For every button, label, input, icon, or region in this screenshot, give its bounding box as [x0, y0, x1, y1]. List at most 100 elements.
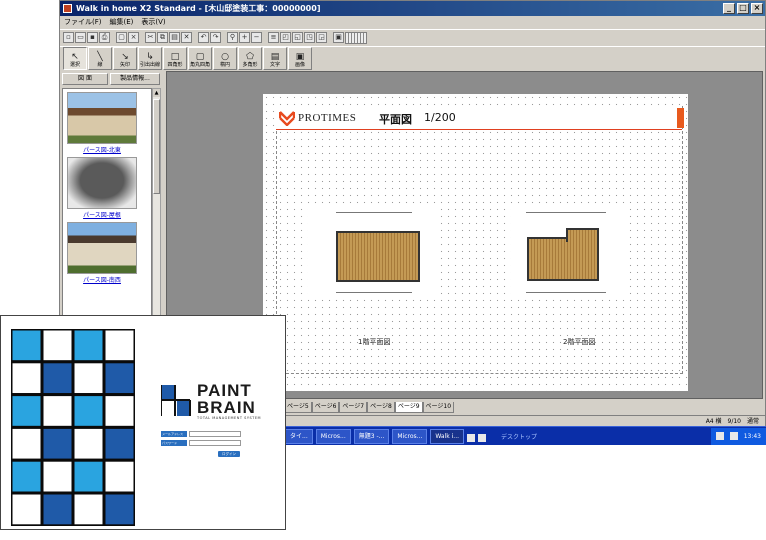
plan-title: 平面図 — [379, 113, 412, 126]
mail-field[interactable] — [189, 431, 241, 437]
window-icon[interactable]: ▢ — [116, 32, 127, 43]
delete-icon[interactable]: ✕ — [181, 32, 192, 43]
align-icon[interactable]: ≡ — [268, 32, 279, 43]
house-southwest-image — [67, 222, 137, 274]
tool-ellipse[interactable]: ○ 楕円 — [213, 47, 237, 70]
cut-icon[interactable]: ✂ — [145, 32, 156, 43]
tab-page-9[interactable]: ページ9 — [394, 402, 423, 413]
taskbar-item[interactable]: Micros... — [315, 428, 351, 444]
tool-text[interactable]: ▤ 文字 — [263, 47, 287, 70]
tab-page-6[interactable]: ページ6 — [311, 402, 340, 413]
paste-icon[interactable]: ▤ — [169, 32, 180, 43]
checker-cell — [11, 491, 44, 526]
tool-label: 線 — [97, 62, 103, 68]
undo-icon[interactable]: ↶ — [198, 32, 209, 43]
login-button[interactable]: ログイン — [218, 451, 240, 457]
ungroup-icon[interactable]: ◱ — [292, 32, 303, 43]
bring-front-icon[interactable]: ◳ — [304, 32, 315, 43]
taskbar-item[interactable]: Micros... — [392, 428, 428, 444]
tool-line[interactable]: ╲ 線 — [88, 47, 112, 70]
grid-toggle-icon[interactable] — [345, 31, 367, 44]
scroll-up-icon[interactable]: ▲ — [153, 89, 160, 97]
tab-drawings[interactable]: 図 面 — [62, 73, 108, 85]
close-button[interactable]: × — [751, 3, 763, 14]
checker-cell — [40, 458, 75, 495]
rectangle-icon: □ — [170, 52, 180, 62]
properties-icon[interactable]: ▣ — [333, 32, 344, 43]
tab-product-info[interactable]: 製品情報... — [110, 73, 160, 85]
title-bar[interactable]: Walk in home X2 Standard - [木山邸塗装工事：0000… — [60, 1, 765, 16]
tab-page-5[interactable]: ページ5 — [284, 402, 312, 413]
copy-icon[interactable]: ⧉ — [157, 32, 168, 43]
password-label: パスワード — [161, 440, 187, 446]
mail-label: メールアドレス — [161, 431, 187, 437]
checker-cell — [102, 393, 135, 429]
tool-leader[interactable]: ↳ 引出出線 — [138, 47, 162, 70]
tab-page-10[interactable]: ページ10 — [422, 402, 455, 413]
checker-pattern-image — [11, 329, 135, 526]
drawing-toolbar: ↖ 選択 ╲ 線 ↘ 矢印 ↳ 引出出線 □ 四角形 ▢ 角丸四角 ○ 楕円 ⬠ 多角形 ▤ 文字… — [60, 46, 765, 70]
print-icon[interactable]: ⎙ — [99, 32, 110, 43]
list-item[interactable]: パース図-南西 — [67, 222, 137, 284]
checker-cell — [102, 491, 135, 526]
checker-cell — [11, 329, 44, 364]
thumbnail-caption[interactable]: パース図-北東 — [67, 145, 137, 154]
password-field[interactable] — [189, 440, 241, 446]
tool-label: 選択 — [69, 62, 80, 68]
checker-cell — [40, 425, 75, 462]
tool-rectangle[interactable]: □ 四角形 — [163, 47, 187, 70]
tool-arrow[interactable]: ↘ 矢印 — [113, 47, 137, 70]
line-icon: ╲ — [97, 52, 103, 62]
zoom-out-icon[interactable]: − — [251, 32, 262, 43]
brand-subtitle: TOTAL MANAGEMENT SYSTEM — [197, 416, 262, 420]
tray-icon[interactable] — [715, 431, 724, 440]
list-item[interactable]: パース図-屋根 — [67, 157, 137, 219]
taskbar-item[interactable]: 無題3 -... — [353, 428, 390, 444]
minimize-button[interactable]: _ — [723, 3, 735, 14]
tool-image[interactable]: ▣ 画像 — [288, 47, 312, 70]
maximize-button[interactable]: □ — [737, 3, 749, 14]
brand-word-1: PAINT — [197, 381, 252, 400]
house-roof-image — [67, 157, 137, 209]
zoom-icon[interactable]: ⚲ — [227, 32, 238, 43]
new-file-icon[interactable]: ▫ — [63, 32, 74, 43]
thumbnail-caption[interactable]: パース図-南西 — [67, 275, 137, 284]
tool-label: 矢印 — [119, 62, 130, 68]
scroll-thumb[interactable] — [153, 99, 160, 194]
zoom-in-icon[interactable]: + — [239, 32, 250, 43]
tool-select[interactable]: ↖ 選択 — [63, 47, 87, 70]
tab-page-8[interactable]: ページ8 — [367, 402, 395, 413]
checker-cell — [11, 393, 44, 429]
open-folder-icon[interactable]: ▭ — [75, 32, 86, 43]
tool-polygon[interactable]: ⬠ 多角形 — [238, 47, 262, 70]
drawing-sheet[interactable]: PROTIMES 平面図 1/200 1階平面図 2階平面図 — [263, 94, 688, 391]
header-accent — [677, 108, 684, 128]
thumbnail-caption[interactable]: パース図-屋根 — [67, 210, 137, 219]
clock[interactable]: 13:43 — [744, 428, 761, 445]
redo-icon[interactable]: ↷ — [210, 32, 221, 43]
text-icon: ▤ — [270, 52, 280, 62]
protimes-logo-icon — [279, 111, 295, 126]
menu-edit[interactable]: 編集(E) — [110, 16, 134, 28]
tray-icon[interactable] — [729, 431, 738, 440]
send-back-icon[interactable]: ◲ — [316, 32, 327, 43]
close-doc-icon[interactable]: × — [128, 32, 139, 43]
checker-cell — [40, 360, 75, 397]
desktop-toolbar[interactable]: デスクトップ — [501, 432, 537, 441]
taskbar-item[interactable]: タイ... — [285, 428, 313, 444]
menu-view[interactable]: 表示(V) — [141, 16, 165, 28]
quick-launch-icon[interactable] — [467, 434, 476, 442]
quick-launch-icon[interactable] — [478, 434, 487, 442]
floor-area — [336, 231, 420, 282]
left-panel-tabs: 図 面 製品情報... — [60, 71, 163, 87]
menu-file[interactable]: ファイル(F) — [64, 16, 102, 28]
taskbar-item[interactable]: Walk i... — [430, 428, 465, 444]
checker-cell — [71, 491, 106, 526]
floor-plan-1f[interactable] — [308, 206, 440, 299]
tab-page-7[interactable]: ページ7 — [339, 402, 368, 413]
save-icon[interactable]: ▪ — [87, 32, 98, 43]
list-item[interactable]: パース図-北東 — [67, 92, 137, 154]
floor-plan-2f[interactable] — [511, 206, 626, 299]
group-icon[interactable]: ◰ — [280, 32, 291, 43]
tool-rounded-rect[interactable]: ▢ 角丸四角 — [188, 47, 212, 70]
